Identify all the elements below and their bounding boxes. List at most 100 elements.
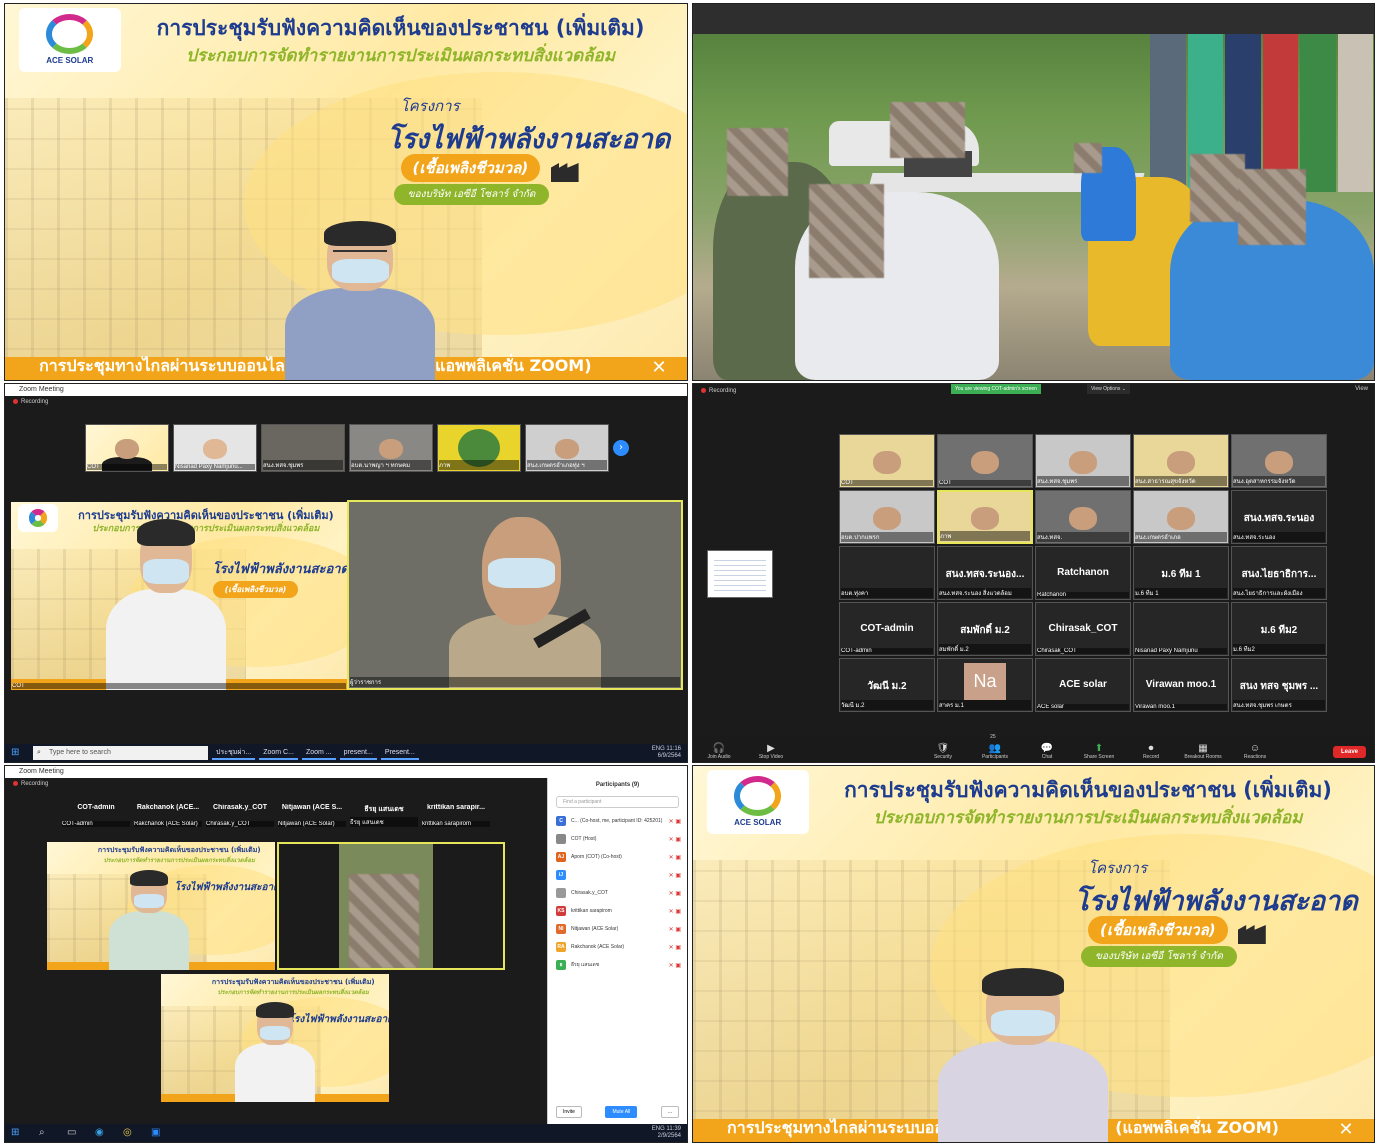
- gallery-tile[interactable]: สนง.ทสจ.ระนอง... สนง.ทสจ.ระนอง สิ่งแวดล้อ…: [937, 546, 1033, 600]
- name-tile[interactable]: Rakchanok (ACE... Rakchanok (ACE Solar): [133, 802, 203, 828]
- mute-status-icon[interactable]: ✕ ▣: [669, 890, 681, 897]
- gallery-tile[interactable]: ACE solar ACE solar: [1035, 658, 1131, 712]
- zoom-control-button[interactable]: ▦ Breakout Rooms: [1177, 743, 1229, 760]
- gallery-tile[interactable]: Ratchanon Ratchanon: [1035, 546, 1131, 600]
- zoom-control-button[interactable]: ⏺ Record: [1125, 743, 1177, 760]
- search-icon[interactable]: ⌕: [39, 1127, 55, 1139]
- gallery-tile[interactable]: ม.6 ทีม2 ม.6 ทีม2: [1231, 602, 1327, 656]
- participant-row[interactable]: ธ ธีรยุ แสนเดช ✕ ▣: [548, 956, 687, 974]
- ace-solar-logo: [17, 503, 59, 533]
- leave-button[interactable]: Leave: [1332, 746, 1366, 758]
- system-tray[interactable]: ENG 11:39 2/9/2564: [652, 1126, 687, 1140]
- ace-solar-logo: ACE SOLAR: [706, 769, 809, 834]
- thumb-tile[interactable]: COT: [85, 424, 169, 472]
- mute-status-icon[interactable]: ✕ ▣: [669, 908, 681, 915]
- zoom-control-button[interactable]: ⬆ Share Screen: [1073, 743, 1125, 760]
- gallery-tile[interactable]: สนง ทสจ ชุมพร ... สนง.ทสจ.ชุมพร เกษตร: [1231, 658, 1327, 712]
- participant-row[interactable]: C C... (Co-host, me, participant ID: 4252…: [548, 812, 687, 830]
- gallery-tile[interactable]: สนง.สาธารณสุขจังหวัด: [1133, 434, 1229, 488]
- edge-icon[interactable]: ◉: [95, 1127, 111, 1139]
- mute-status-icon[interactable]: ✕ ▣: [669, 962, 681, 969]
- shared-screen-mini[interactable]: [707, 550, 773, 598]
- windows-start-icon[interactable]: ⊞: [11, 747, 27, 759]
- participant-row[interactable]: AJ Aporn (COT) (Co-host) ✕ ▣: [548, 848, 687, 866]
- taskbar-item[interactable]: Present...: [380, 746, 419, 760]
- gallery-tile[interactable]: วัฒนี ม.2 วัฒนี ม.2: [839, 658, 935, 712]
- gallery-tile[interactable]: สนง.ทสจ.ชุมพร: [1035, 434, 1131, 488]
- main-video-left[interactable]: การประชุมรับฟังความคิดเห็นของประชาชน (เพ…: [11, 502, 347, 690]
- thumb-tile[interactable]: ภาพ: [437, 424, 521, 472]
- video-tile-slide-2[interactable]: การประชุมรับฟังความคิดเห็นของประชาชน (เพ…: [161, 974, 389, 1102]
- tile-label: Virawan moo.1: [1135, 704, 1227, 710]
- name-tile[interactable]: COT-admin COT-admin: [61, 802, 131, 828]
- task-view-icon[interactable]: ▭: [67, 1127, 83, 1139]
- taskbar-item[interactable]: Zoom ...: [301, 746, 336, 760]
- gallery-tile[interactable]: Chirasak_COT Chirasak_COT: [1035, 602, 1131, 656]
- gallery-tile[interactable]: สนง.เกษตรอำเภอ: [1133, 490, 1229, 544]
- gallery-tile[interactable]: Na สาคร ม.1: [937, 658, 1033, 712]
- zoom-icon[interactable]: ▣: [151, 1127, 167, 1139]
- mute-status-icon[interactable]: ✕ ▣: [669, 944, 681, 951]
- video-tile-slide[interactable]: การประชุมรับฟังความคิดเห็นของประชาชน (เพ…: [47, 842, 275, 970]
- gallery-tile[interactable]: COT: [937, 434, 1033, 488]
- gallery-tile[interactable]: Virawan moo.1 Virawan moo.1: [1133, 658, 1229, 712]
- video-tile-active[interactable]: [277, 842, 505, 970]
- gallery-tile[interactable]: สมพักดิ์ ม.2 สมพักดิ์ ม.2: [937, 602, 1033, 656]
- next-page-button[interactable]: ›: [613, 440, 629, 456]
- participant-row[interactable]: KS krittikan sarapirom ✕ ▣: [548, 902, 687, 920]
- gallery-tile[interactable]: สนง.ทสจ.ระนอง สนง.ทสจ.ระนอง: [1231, 490, 1327, 544]
- taskbar-item[interactable]: ประชุมผ่า...: [212, 746, 256, 760]
- taskbar-search[interactable]: Type here to search: [33, 746, 208, 760]
- name-tile[interactable]: Chirasak.y_COT Chirasak.y_COT: [205, 802, 275, 828]
- zoom-title-bar: Zoom Meeting: [5, 766, 687, 778]
- tile-label: Nisanad Paxy Namjunu: [1135, 648, 1227, 654]
- zoom-control-button[interactable]: 👥 Participants 25: [969, 734, 1021, 760]
- view-button[interactable]: View: [1355, 386, 1368, 392]
- participant-row[interactable]: iJ ✕ ▣: [548, 866, 687, 884]
- more-button[interactable]: ...: [660, 1106, 679, 1118]
- mute-status-icon[interactable]: ✕ ▣: [669, 872, 681, 879]
- view-options-button[interactable]: View Options ⌄: [1087, 384, 1130, 394]
- taskbar-item[interactable]: present...: [339, 746, 377, 760]
- participant-row[interactable]: RA Rakchanok (ACE Solar) ✕ ▣: [548, 938, 687, 956]
- taskbar-item[interactable]: Zoom C...: [259, 746, 298, 760]
- gallery-tile[interactable]: ม.6 ทีม 1 ม.6 ทีม 1: [1133, 546, 1229, 600]
- gallery-tile[interactable]: ภาพ: [937, 490, 1033, 544]
- find-participant-input[interactable]: Find a participant: [556, 796, 679, 808]
- participant-name: C... (Co-host, me, participant ID: 42520…: [571, 818, 663, 824]
- participant-row[interactable]: COT (Host) ✕ ▣: [548, 830, 687, 848]
- invite-button[interactable]: Invite: [556, 1106, 582, 1118]
- zoom-control-button[interactable]: ☺ Reactions: [1229, 743, 1281, 760]
- main-video-right-active[interactable]: ผู้ว่าราชการ: [347, 500, 683, 690]
- participant-row[interactable]: NI Nitjawan (ACE Solar) ✕ ▣: [548, 920, 687, 938]
- blurred-face-6: [1237, 169, 1306, 245]
- zoom-control-button[interactable]: 🎧 Join Audio: [693, 743, 745, 760]
- chrome-icon[interactable]: ◎: [123, 1127, 139, 1139]
- system-tray[interactable]: ENG 11:16 6/9/2564: [652, 746, 687, 760]
- thumb-tile[interactable]: สนง.เกษตรอำเภอทุ่ง ฯ: [525, 424, 609, 472]
- mute-status-icon[interactable]: ✕ ▣: [669, 854, 681, 861]
- zoom-control-button[interactable]: ▶ Stop Video: [745, 743, 797, 760]
- gallery-tile[interactable]: อบต.ทุ่งคา: [839, 546, 935, 600]
- name-tile[interactable]: Nitjawan (ACE S... Nitjawan (ACE Solar): [277, 802, 347, 828]
- name-tile[interactable]: krittikan sarapir... krittikan sarapirom: [421, 802, 491, 828]
- gallery-tile[interactable]: Nisanad Paxy Namjunu: [1133, 602, 1229, 656]
- gallery-tile[interactable]: COT-admin COT-admin: [839, 602, 935, 656]
- participant-row[interactable]: Chirasak.y_COT ✕ ▣: [548, 884, 687, 902]
- gallery-tile[interactable]: สนง.อุตสาหกรรมจังหวัด: [1231, 434, 1327, 488]
- thumb-tile[interactable]: อบต.นาพญา ฯ ทกษคม: [349, 424, 433, 472]
- gallery-tile[interactable]: อบต.ปากแพรก: [839, 490, 935, 544]
- gallery-tile[interactable]: COT: [839, 434, 935, 488]
- mute-status-icon[interactable]: ✕ ▣: [669, 926, 681, 933]
- thumb-tile[interactable]: สนง.ทสจ.ชุมพร: [261, 424, 345, 472]
- thumb-tile[interactable]: Nisanad Paxy Namjunu...: [173, 424, 257, 472]
- mute-status-icon[interactable]: ✕ ▣: [669, 836, 681, 843]
- zoom-control-button[interactable]: 🛡 Security: [917, 743, 969, 760]
- gallery-tile[interactable]: สนง.ทสจ.: [1035, 490, 1131, 544]
- zoom-control-button[interactable]: 💬 Chat: [1021, 743, 1073, 760]
- windows-start-icon[interactable]: ⊞: [11, 1127, 27, 1139]
- gallery-tile[interactable]: สนง.ไยธาธิการ... สนง.ไยธาธิการและผังเมือง: [1231, 546, 1327, 600]
- name-tile[interactable]: ธีรยุ แสนเดช ธีรยุ แสนเดช: [349, 802, 419, 828]
- mute-status-icon[interactable]: ✕ ▣: [669, 818, 681, 825]
- mute-all-button[interactable]: Mute All: [605, 1106, 638, 1118]
